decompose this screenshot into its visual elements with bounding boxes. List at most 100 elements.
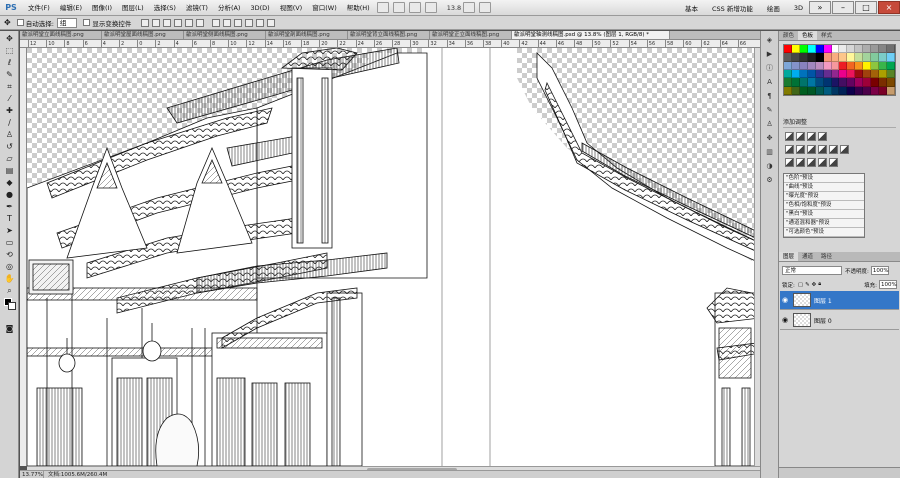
color-swatch[interactable] bbox=[839, 86, 848, 95]
color-swatch[interactable] bbox=[855, 69, 864, 79]
lasso-tool-icon[interactable]: ℓ bbox=[4, 58, 15, 67]
color-swatch[interactable] bbox=[791, 45, 800, 54]
status-zoom[interactable]: 13.77% bbox=[20, 471, 44, 478]
color-swatch[interactable] bbox=[887, 53, 895, 62]
lock-paint-icon[interactable]: ✎ bbox=[805, 282, 810, 288]
brush-tool-icon[interactable]: ∕ bbox=[4, 118, 15, 127]
histogram-icon[interactable]: ▥ bbox=[765, 148, 775, 157]
paragraph-icon[interactable]: ¶ bbox=[765, 92, 775, 101]
color-swatch[interactable] bbox=[791, 69, 800, 79]
menu-edit[interactable]: 编辑(E) bbox=[55, 0, 87, 16]
close-button[interactable]: × bbox=[878, 1, 900, 14]
workspace-basic[interactable]: 基本 bbox=[680, 3, 703, 13]
document-tab[interactable]: 歙派明堂轴测线稿图.psd @ 13.8% (图层 1, RGB/8) * bbox=[512, 31, 670, 39]
healing-brush-tool-icon[interactable]: ✚ bbox=[4, 106, 15, 115]
levels-icon[interactable] bbox=[796, 132, 805, 141]
3d-rotate-tool-icon[interactable]: ⟲ bbox=[4, 250, 15, 259]
color-swatch[interactable] bbox=[855, 53, 864, 62]
eyedropper-tool-icon[interactable]: ⁄ bbox=[4, 94, 15, 103]
color-swatch[interactable] bbox=[863, 61, 872, 70]
color-swatch[interactable] bbox=[831, 78, 840, 87]
more-workspaces-icon[interactable]: » bbox=[809, 1, 831, 14]
eraser-tool-icon[interactable]: ▱ bbox=[4, 154, 15, 163]
zoom-level[interactable]: 13.8 bbox=[447, 4, 461, 12]
fill-input[interactable]: 100% bbox=[879, 280, 897, 289]
color-swatch[interactable] bbox=[815, 86, 824, 95]
document-canvas[interactable] bbox=[27, 48, 760, 466]
color-swatch[interactable] bbox=[887, 69, 895, 79]
move-tool-icon[interactable]: ✥ bbox=[4, 18, 11, 27]
color-swatch[interactable] bbox=[863, 86, 872, 95]
color-swatch[interactable] bbox=[887, 78, 895, 87]
color-swatch[interactable] bbox=[855, 86, 864, 95]
color-swatch[interactable] bbox=[831, 69, 840, 79]
menu-help[interactable]: 帮助(H) bbox=[342, 0, 375, 16]
color-swatch[interactable] bbox=[823, 69, 832, 79]
zoom-tool-icon[interactable] bbox=[424, 2, 437, 13]
color-swatch[interactable] bbox=[799, 69, 808, 79]
color-swatch[interactable] bbox=[784, 69, 792, 79]
info-icon[interactable]: ⓘ bbox=[765, 64, 775, 73]
color-swatch[interactable] bbox=[815, 45, 824, 54]
curves-icon[interactable] bbox=[807, 132, 816, 141]
color-swatch[interactable] bbox=[807, 78, 816, 87]
distribute-top-icon[interactable] bbox=[212, 18, 221, 27]
color-swatch[interactable] bbox=[815, 53, 824, 62]
color-swatch[interactable] bbox=[799, 86, 808, 95]
color-swatch[interactable] bbox=[855, 61, 864, 70]
color-swatch[interactable] bbox=[791, 78, 800, 87]
path-select-tool-icon[interactable]: ➤ bbox=[4, 226, 15, 235]
lock-all-icon[interactable]: 🔒︎ bbox=[818, 281, 821, 288]
align-hcenter-icon[interactable] bbox=[185, 18, 194, 27]
color-swatch[interactable] bbox=[815, 69, 824, 79]
clone-stamp-tool-icon[interactable]: ♙ bbox=[4, 130, 15, 139]
color-swatch[interactable] bbox=[784, 78, 792, 87]
tab-paths[interactable]: 路径 bbox=[817, 252, 836, 261]
gradient-tool-icon[interactable]: ▤ bbox=[4, 166, 15, 175]
document-tab[interactable]: 歙派明堂背立面线稿图.png bbox=[348, 31, 430, 39]
tab-swatches[interactable]: 色板 bbox=[798, 31, 818, 40]
crop-tool-icon[interactable]: ⌗ bbox=[4, 82, 15, 91]
color-swatch[interactable] bbox=[831, 53, 840, 62]
tool-presets-icon[interactable]: ⚙ bbox=[765, 176, 775, 185]
posterize-icon[interactable] bbox=[796, 158, 805, 167]
distribute-hcenter-icon[interactable] bbox=[256, 18, 265, 27]
lock-position-icon[interactable]: ✥ bbox=[812, 282, 817, 288]
color-swatch[interactable] bbox=[855, 45, 864, 54]
document-tab[interactable]: 歙派明堂侧面线稿图.png bbox=[184, 31, 266, 39]
preset-item[interactable]: "通道混和器"预设 bbox=[784, 219, 864, 228]
color-swatch[interactable] bbox=[807, 86, 816, 95]
menu-window[interactable]: 窗口(W) bbox=[307, 0, 342, 16]
align-vcenter-icon[interactable] bbox=[152, 18, 161, 27]
history-brush-tool-icon[interactable]: ↺ bbox=[4, 142, 15, 151]
character-icon[interactable]: A bbox=[765, 78, 775, 87]
gradient-map-icon[interactable] bbox=[818, 158, 827, 167]
distribute-right-icon[interactable] bbox=[267, 18, 276, 27]
color-swatch[interactable] bbox=[823, 61, 832, 70]
tab-color[interactable]: 颜色 bbox=[779, 31, 798, 40]
invert-icon[interactable] bbox=[785, 158, 794, 167]
color-swatch[interactable] bbox=[784, 53, 792, 62]
layer-row[interactable]: ◉ 图层 1 bbox=[780, 291, 899, 310]
quick-mask-icon[interactable]: ◙ bbox=[4, 324, 15, 333]
hand-tool-icon[interactable] bbox=[408, 2, 421, 13]
document-tab[interactable]: 歙派明堂立面线稿图.png bbox=[20, 31, 102, 39]
color-swatch[interactable] bbox=[863, 78, 872, 87]
color-swatch[interactable] bbox=[871, 86, 880, 95]
blur-tool-icon[interactable]: ◆ bbox=[4, 178, 15, 187]
document-size-info[interactable]: 文档:1005.6M/260.4M bbox=[44, 471, 107, 478]
color-swatch[interactable] bbox=[823, 45, 832, 54]
workspace-3d[interactable]: 3D bbox=[789, 4, 808, 12]
color-swatch[interactable] bbox=[847, 69, 856, 79]
quick-select-tool-icon[interactable]: ✎ bbox=[4, 70, 15, 79]
visibility-eye-icon[interactable]: ◉ bbox=[780, 296, 790, 304]
tab-styles[interactable]: 样式 bbox=[817, 31, 836, 40]
color-swatch[interactable] bbox=[847, 53, 856, 62]
color-swatch[interactable] bbox=[847, 86, 856, 95]
color-swatch[interactable] bbox=[879, 45, 888, 54]
vibrance-icon[interactable] bbox=[785, 145, 794, 154]
color-swatch[interactable] bbox=[839, 53, 848, 62]
color-swatch[interactable] bbox=[839, 78, 848, 87]
brushes-icon[interactable]: ✎ bbox=[765, 106, 775, 115]
tab-channels[interactable]: 通道 bbox=[798, 252, 817, 261]
